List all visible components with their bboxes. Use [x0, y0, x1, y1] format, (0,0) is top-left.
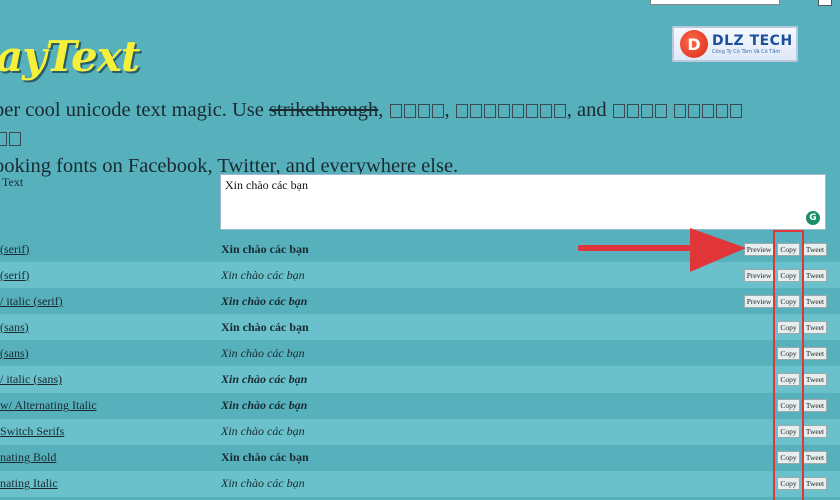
- tweet-button[interactable]: Tweet: [803, 294, 827, 308]
- intro-part3: ,: [444, 99, 455, 121]
- top-corner-box: [818, 0, 832, 6]
- font-style-link[interactable]: (serif): [0, 242, 29, 257]
- styled-sample-text: Xin chào các bạn: [221, 345, 305, 360]
- table-row: (serif) Xin chào các bạn Preview Copy Tweet: [0, 236, 840, 263]
- table-row: nating Bold Xin chào các bạn Copy Tweet: [0, 444, 840, 471]
- table-row: (serif) Xin chào các bạn Preview Copy Tweet: [0, 262, 840, 289]
- font-style-link[interactable]: / italic (serif): [0, 294, 63, 309]
- tweet-button[interactable]: Tweet: [803, 346, 827, 360]
- tweet-button[interactable]: Tweet: [803, 451, 827, 465]
- styled-sample-text: Xin chào các bạn: [221, 319, 309, 334]
- table-row: w/ Alternating Italic Xin chào các bạn Cop…: [0, 392, 840, 419]
- styled-sample-text: Xin chào các bạn: [221, 267, 305, 282]
- font-style-link[interactable]: (sans): [0, 346, 29, 361]
- font-style-link[interactable]: / italic (sans): [0, 372, 62, 387]
- preview-button[interactable]: Preview: [744, 294, 774, 308]
- table-row: / italic (serif) Xin chào các bạn Preview C…: [0, 288, 840, 315]
- table-row: / italic (sans) Xin chào các bạn Copy Tweet: [0, 366, 840, 393]
- copy-button[interactable]: Copy: [777, 477, 800, 491]
- brand-watermark: D DLZ TECH Công Ty Có Tâm Và Có Tầm: [672, 26, 798, 62]
- intro-part1: per cool unicode text magic. Use: [0, 99, 269, 121]
- unicode-box-glyphs-4: [0, 127, 22, 149]
- tweet-button[interactable]: Tweet: [803, 425, 827, 439]
- table-row: Switch Serifs Xin chào các bạn Copy Tweet: [0, 418, 840, 445]
- styled-sample-text: Xin chào các bạn: [221, 241, 309, 256]
- intro-part2: ,: [378, 99, 389, 121]
- copy-button[interactable]: Copy: [777, 451, 800, 465]
- top-input-edge: [650, 0, 780, 5]
- copy-button[interactable]: Copy: [777, 373, 800, 387]
- styled-sample-text: Xin chào các bạn: [221, 293, 308, 308]
- font-style-link[interactable]: nating Bold: [0, 450, 56, 465]
- strikethrough-example: strikethrough: [268, 99, 379, 121]
- table-row: nating Italic Xin chào các bạn Copy Tweet: [0, 470, 840, 497]
- copy-button[interactable]: Copy: [777, 242, 800, 256]
- intro-text: per cool unicode text magic. Use striket…: [0, 96, 824, 180]
- tweet-button[interactable]: Tweet: [803, 242, 827, 256]
- tweet-button[interactable]: Tweet: [803, 373, 827, 387]
- styled-sample-text: Xin chào các bạn: [221, 398, 308, 413]
- tweet-button[interactable]: Tweet: [803, 320, 827, 334]
- font-style-link[interactable]: w/ Alternating Italic: [0, 398, 97, 413]
- copy-button[interactable]: Copy: [777, 268, 800, 282]
- brand-text: DLZ TECH Công Ty Có Tâm Và Có Tầm: [712, 33, 793, 55]
- styled-sample-text: Xin chào các bạn: [221, 424, 305, 439]
- font-style-list: (serif) Xin chào các bạn Preview Copy Tweet(…: [0, 236, 840, 497]
- text-input[interactable]: Xin chào các bạn: [220, 174, 826, 230]
- brand-logo-icon: D: [680, 30, 708, 58]
- font-style-link[interactable]: (serif): [0, 268, 29, 283]
- copy-button[interactable]: Copy: [777, 294, 800, 308]
- unicode-box-glyphs-1: [389, 99, 445, 121]
- styled-sample-text: Xin chào các bạn: [221, 450, 309, 465]
- table-row: (sans) Xin chào các bạn Copy Tweet: [0, 314, 840, 341]
- font-style-link[interactable]: nating Italic: [0, 476, 58, 491]
- tweet-button[interactable]: Tweet: [803, 477, 827, 491]
- brand-name: DLZ TECH: [712, 33, 793, 49]
- copy-button[interactable]: Copy: [777, 346, 800, 360]
- styled-sample-text: Xin chào các bạn: [221, 372, 308, 387]
- site-logo[interactable]: ayText: [0, 32, 140, 81]
- copy-button[interactable]: Copy: [777, 399, 800, 413]
- intro-part4: , and: [566, 99, 612, 121]
- font-style-link[interactable]: Switch Serifs: [0, 424, 64, 439]
- copy-button[interactable]: Copy: [777, 425, 800, 439]
- copy-button[interactable]: Copy: [777, 320, 800, 334]
- tweet-button[interactable]: Tweet: [803, 399, 827, 413]
- brand-tagline: Công Ty Có Tâm Và Có Tầm: [712, 49, 781, 55]
- unicode-box-glyphs-3: [612, 99, 743, 121]
- preview-button[interactable]: Preview: [744, 242, 774, 256]
- preview-button[interactable]: Preview: [744, 268, 774, 282]
- grammarly-icon[interactable]: G: [806, 211, 820, 225]
- font-style-link[interactable]: (sans): [0, 320, 29, 335]
- text-input-label: Text: [2, 175, 24, 189]
- tweet-button[interactable]: Tweet: [803, 268, 827, 282]
- table-row: (sans) Xin chào các bạn Copy Tweet: [0, 340, 840, 367]
- unicode-box-glyphs-2: [455, 99, 567, 121]
- styled-sample-text: Xin chào các bạn: [221, 476, 305, 491]
